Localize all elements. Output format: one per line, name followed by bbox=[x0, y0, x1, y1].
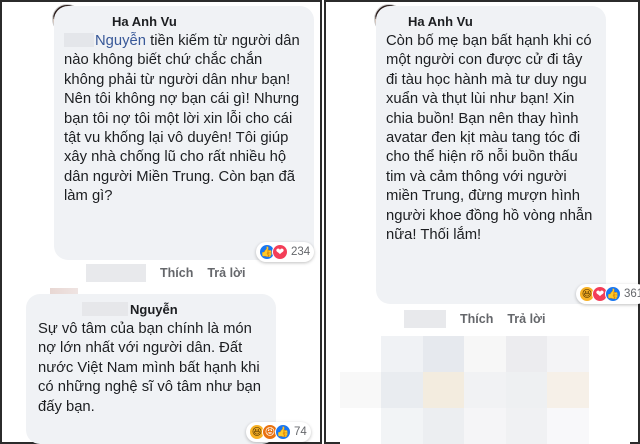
reply-button[interactable]: Trả lời bbox=[507, 312, 545, 326]
like-button[interactable]: Thích bbox=[460, 312, 493, 326]
comment-text: Nguyễn tiền kiếm từ người dân nào không … bbox=[64, 32, 304, 207]
timestamp bbox=[86, 264, 146, 282]
left-panel: Ha Anh Vu Nguyễn tiền kiếm từ người dân … bbox=[0, 0, 322, 444]
reaction-summary[interactable]: 👍 ❤ 234 bbox=[256, 242, 315, 262]
comment-body: tiền kiếm từ người dân nào không biết ch… bbox=[64, 33, 300, 205]
comment-bubble: Ha Anh Vu Còn bố mẹ bạn bất hạnh khi có … bbox=[376, 6, 606, 304]
like-icon: 👍 bbox=[605, 286, 621, 302]
comment-bubble: Nguyễn Sự vô tâm của bạn chính là món nợ… bbox=[26, 294, 276, 444]
reaction-count: 74 bbox=[294, 426, 307, 438]
reaction-count: 234 bbox=[291, 246, 311, 258]
comment-body: Còn bố mẹ bạn bất hạnh khi có một người … bbox=[386, 33, 593, 244]
comment-author[interactable]: Ha Anh Vu bbox=[112, 14, 304, 29]
blurred-area bbox=[340, 336, 630, 444]
reply-button[interactable]: Trả lời bbox=[207, 266, 245, 280]
reaction-summary[interactable]: 😆 😡 👍 74 bbox=[246, 422, 311, 442]
comment-actions: Thích Trả lời bbox=[404, 310, 545, 328]
blurred-mention bbox=[64, 33, 94, 47]
reaction-summary[interactable]: 😆 ❤ 👍 361 bbox=[576, 284, 640, 304]
like-button[interactable]: Thích bbox=[160, 266, 193, 280]
like-icon: 👍 bbox=[275, 424, 291, 440]
comment-bubble: Ha Anh Vu Nguyễn tiền kiếm từ người dân … bbox=[54, 6, 314, 260]
author-name[interactable]: Nguyễn bbox=[130, 302, 178, 317]
comment-author[interactable]: Ha Anh Vu bbox=[408, 14, 596, 29]
comment-author[interactable]: Nguyễn bbox=[82, 302, 266, 317]
love-icon: ❤ bbox=[272, 244, 288, 260]
comment-actions: Thích Trả lời bbox=[86, 264, 245, 282]
comment-body: Sự vô tâm của bạn chính là món nợ lớn nh… bbox=[38, 321, 262, 415]
reaction-count: 361 bbox=[624, 288, 640, 300]
timestamp bbox=[404, 310, 446, 328]
mention-link[interactable]: Nguyễn bbox=[95, 33, 146, 49]
blurred-name bbox=[82, 302, 128, 316]
